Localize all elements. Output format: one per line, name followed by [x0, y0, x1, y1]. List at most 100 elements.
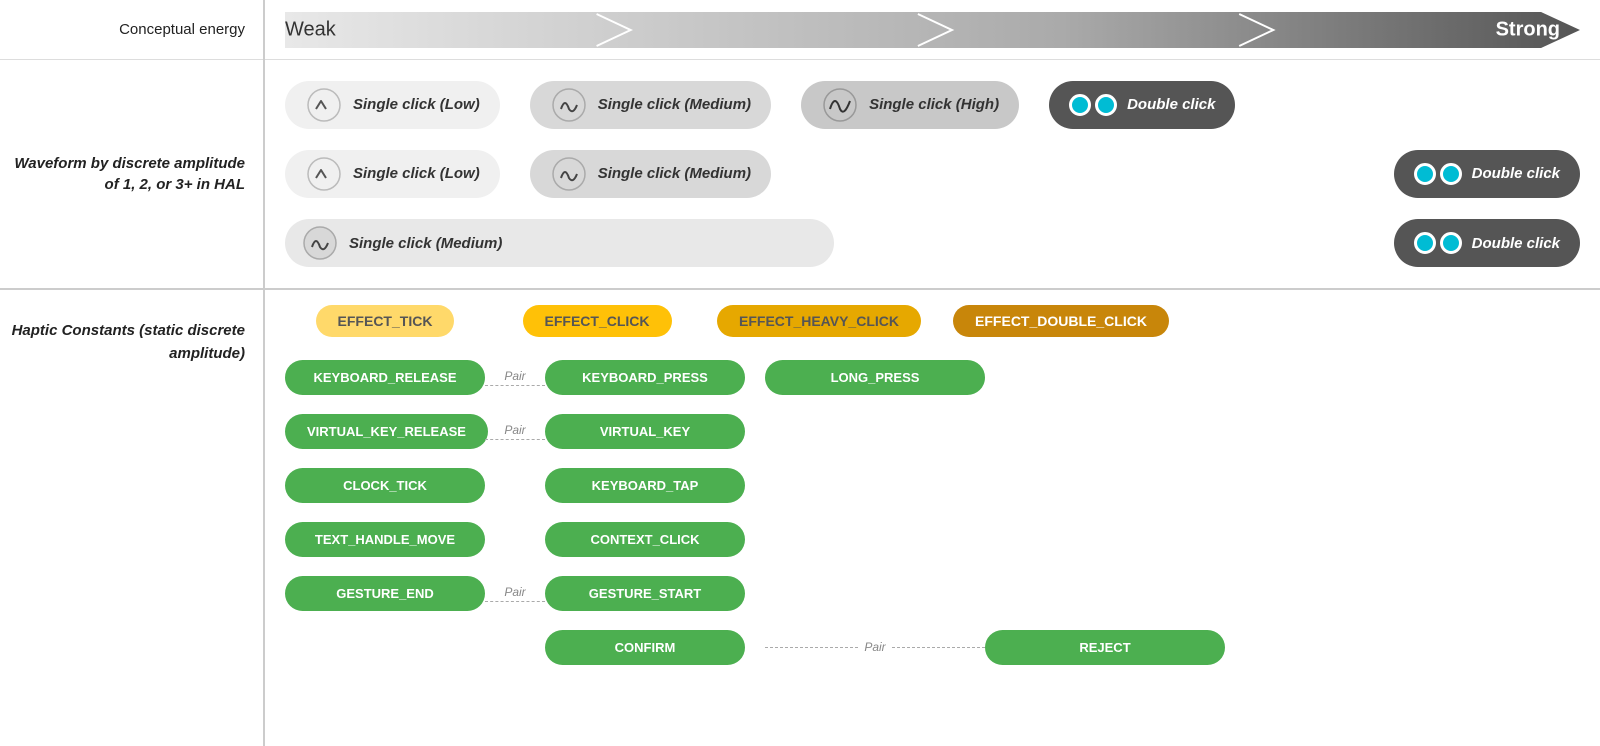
- heavy-spacer-2: [765, 409, 985, 453]
- right-content: Weak Strong Single click (Low): [265, 0, 1600, 746]
- wf-pill-double-1: Double click: [1049, 81, 1235, 129]
- clock-tick-pill: CLOCK_TICK: [285, 468, 485, 503]
- effects-label-row: EFFECT_TICK EFFECT_CLICK EFFECT_HEAVY_CL…: [285, 305, 1580, 337]
- wf-pill-double-3: Double click: [1394, 219, 1580, 267]
- haptic-row-context-click: CONTEXT_CLICK: [545, 517, 745, 561]
- wave-high-icon-1: [821, 86, 859, 124]
- dot-6: [1440, 232, 1462, 254]
- wf-label-low-2: Single click (Low): [353, 165, 480, 182]
- wf-label-high-1: Single click (High): [869, 96, 999, 113]
- haptic-row-keyboard-tap: KEYBOARD_TAP: [545, 463, 745, 507]
- wf-pill-double-2: Double click: [1394, 150, 1580, 198]
- haptic-row-keyboard-press: KEYBOARD_PRESS: [545, 355, 745, 399]
- confirm-pill: CONFIRM: [545, 630, 745, 665]
- wf-pill-low-2: Single click (Low): [285, 150, 500, 198]
- effect-heavy-pill: EFFECT_HEAVY_CLICK: [717, 305, 921, 337]
- double-click-icon-3: [1414, 232, 1462, 254]
- heavy-spacer-5: [765, 571, 985, 615]
- double-spacer-5: [985, 571, 1225, 615]
- reject-pill: REJECT: [985, 630, 1225, 665]
- pair-2: Pair: [485, 409, 545, 453]
- virtual-key-release-pill: VIRTUAL_KEY_RELEASE: [285, 414, 488, 449]
- context-click-pill: CONTEXT_CLICK: [545, 522, 745, 557]
- pair-line-5: [485, 601, 545, 602]
- dot-2: [1095, 94, 1117, 116]
- effect-double-pill: EFFECT_DOUBLE_CLICK: [953, 305, 1169, 337]
- pair-spacer-3: [485, 463, 545, 507]
- pair-label-5: Pair: [504, 585, 525, 599]
- confirm-reject-pair-area: Pair: [765, 625, 985, 669]
- effect-double-wrapper: EFFECT_DOUBLE_CLICK: [941, 305, 1181, 337]
- heavy-spacer-4: [765, 517, 985, 561]
- energy-weak-label: Weak: [285, 18, 336, 41]
- conceptual-energy-label: Conceptual energy: [0, 0, 263, 60]
- waveform-label: Waveform by discrete amplitude of 1, 2, …: [0, 60, 263, 290]
- wf-label-med-1: Single click (Medium): [598, 96, 751, 113]
- keyboard-press-pill: KEYBOARD_PRESS: [545, 360, 745, 395]
- pair-label-2: Pair: [504, 423, 525, 437]
- haptic-row-confirm: CONFIRM: [545, 625, 745, 669]
- dot-4: [1440, 163, 1462, 185]
- double-spacer-2: [985, 409, 1225, 453]
- energy-row: Weak Strong: [265, 0, 1600, 60]
- wf-label-double-1: Double click: [1127, 96, 1215, 113]
- haptic-row-virtual-key: VIRTUAL_KEY: [545, 409, 745, 453]
- wave-med-icon-2: [550, 155, 588, 193]
- confirm-pair-label: Pair: [858, 640, 891, 654]
- keyboard-release-pill: KEYBOARD_RELEASE: [285, 360, 485, 395]
- dot-1: [1069, 94, 1091, 116]
- double-spacer-4: [985, 517, 1225, 561]
- haptic-col-double: REJECT: [985, 355, 1225, 669]
- energy-strong-label: Strong: [1496, 18, 1560, 41]
- wf-label-low-1: Single click (Low): [353, 96, 480, 113]
- pair-line-2: [485, 439, 545, 440]
- haptic-row-gesture-end: GESTURE_END: [285, 571, 485, 615]
- dot-5: [1414, 232, 1436, 254]
- haptic-col-heavy: LONG_PRESS Pair: [765, 355, 985, 669]
- waveform-section: Single click (Low) Single click (Medium): [265, 60, 1600, 290]
- effect-tick-wrapper: EFFECT_TICK: [285, 305, 485, 337]
- haptic-label: Haptic Constants (static discrete amplit…: [0, 290, 263, 746]
- energy-bar: Weak Strong: [285, 12, 1580, 48]
- gesture-start-pill: GESTURE_START: [545, 576, 745, 611]
- effect-heavy-wrapper: EFFECT_HEAVY_CLICK: [709, 305, 929, 337]
- effect-tick-pill: EFFECT_TICK: [316, 305, 455, 337]
- double-click-icon-1: [1069, 94, 1117, 116]
- wf-pill-low-1: Single click (Low): [285, 81, 500, 129]
- keyboard-tap-pill: KEYBOARD_TAP: [545, 468, 745, 503]
- haptic-col-click: KEYBOARD_PRESS VIRTUAL_KEY KEYBOARD_TAP: [545, 355, 745, 669]
- pair-5: Pair: [485, 571, 545, 615]
- haptic-row-text-handle: TEXT_HANDLE_MOVE: [285, 517, 485, 561]
- haptic-col-tick: KEYBOARD_RELEASE VIRTUAL_KEY_RELEASE CLO…: [285, 355, 485, 615]
- wf-pill-high-1: Single click (High): [801, 81, 1019, 129]
- pair-spacer-4: [485, 517, 545, 561]
- confirm-pair-line-right: [892, 647, 985, 648]
- pair-connectors-1: Pair Pair Pair: [485, 355, 545, 615]
- haptic-section: EFFECT_TICK EFFECT_CLICK EFFECT_HEAVY_CL…: [265, 290, 1600, 746]
- left-labels: Conceptual energy Waveform by discrete a…: [0, 0, 265, 746]
- wave-low-icon-2: [305, 155, 343, 193]
- pair-label-1: Pair: [504, 369, 525, 383]
- effect-click-wrapper: EFFECT_CLICK: [497, 305, 697, 337]
- wf-label-double-2: Double click: [1472, 165, 1560, 182]
- waveform-row-3: Single click (Medium) Double click: [285, 211, 1580, 276]
- haptic-constants-grid: KEYBOARD_RELEASE VIRTUAL_KEY_RELEASE CLO…: [285, 355, 1580, 669]
- wave-med-icon-3: [301, 224, 339, 262]
- dot-3: [1414, 163, 1436, 185]
- haptic-row-keyboard-release: KEYBOARD_RELEASE: [285, 355, 485, 399]
- haptic-row-gesture-start: GESTURE_START: [545, 571, 745, 615]
- waveform-row-2: Single click (Low) Single click (Medium): [285, 141, 1580, 206]
- wf-label-double-3: Double click: [1472, 235, 1560, 252]
- waveform-row-1: Single click (Low) Single click (Medium): [285, 72, 1580, 137]
- pair-line-1: [485, 385, 545, 386]
- wf-pill-med-1: Single click (Medium): [530, 81, 771, 129]
- confirm-pair-line-left: [765, 647, 858, 648]
- wf-label-med-3: Single click (Medium): [349, 235, 502, 252]
- wave-low-icon-1: [305, 86, 343, 124]
- double-spacer-3: [985, 463, 1225, 507]
- main-container: Conceptual energy Waveform by discrete a…: [0, 0, 1600, 746]
- effect-click-pill: EFFECT_CLICK: [523, 305, 672, 337]
- pair-1: Pair: [485, 355, 545, 399]
- gesture-end-pill: GESTURE_END: [285, 576, 485, 611]
- haptic-row-clock-tick: CLOCK_TICK: [285, 463, 485, 507]
